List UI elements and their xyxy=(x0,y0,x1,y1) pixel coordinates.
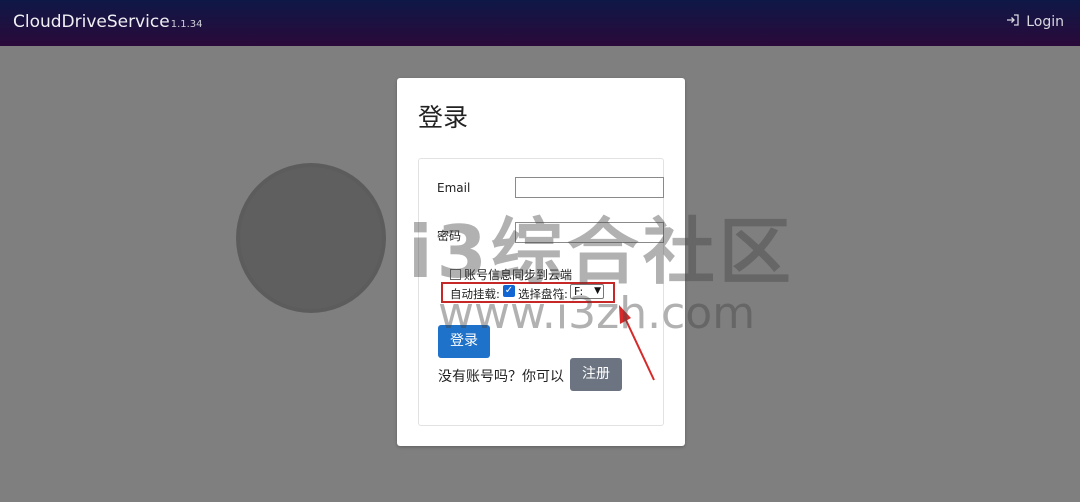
brand-name: CloudDriveService xyxy=(13,12,170,32)
login-button[interactable]: 登录 xyxy=(438,325,490,358)
chevron-down-icon: ▼ xyxy=(594,286,601,296)
login-link[interactable]: Login xyxy=(1006,13,1064,31)
password-label: 密码 xyxy=(437,229,462,243)
login-icon xyxy=(1006,13,1020,31)
automount-checkbox[interactable]: ✓ xyxy=(503,285,515,297)
email-label: Email xyxy=(437,181,471,195)
watermark-logo xyxy=(236,163,386,313)
modal-title: 登录 xyxy=(418,103,469,132)
login-form: Email 密码 账号信息同步到云端 自动挂载: ✓ 选择盘符: F: ▼ 登录… xyxy=(418,158,664,426)
login-modal: 登录 Email 密码 账号信息同步到云端 自动挂载: ✓ 选择盘符: F: ▼… xyxy=(397,78,685,446)
register-button[interactable]: 注册 xyxy=(570,358,622,391)
drive-letter-label: 选择盘符: xyxy=(518,287,568,301)
app-brand[interactable]: CloudDriveService1.1.34 xyxy=(13,12,203,32)
sync-checkbox[interactable] xyxy=(450,269,461,280)
password-input[interactable] xyxy=(515,222,664,243)
drive-letter-select[interactable]: F: ▼ xyxy=(570,284,604,299)
login-label: Login xyxy=(1026,14,1064,30)
sync-label: 账号信息同步到云端 xyxy=(464,268,573,282)
automount-label: 自动挂载: xyxy=(450,287,500,301)
email-input[interactable] xyxy=(515,177,664,198)
no-account-text: 没有账号吗？你可以 xyxy=(438,369,564,385)
brand-version: 1.1.34 xyxy=(170,19,203,30)
drive-letter-value: F: xyxy=(574,285,584,298)
top-navbar: CloudDriveService1.1.34 Login xyxy=(0,0,1080,46)
